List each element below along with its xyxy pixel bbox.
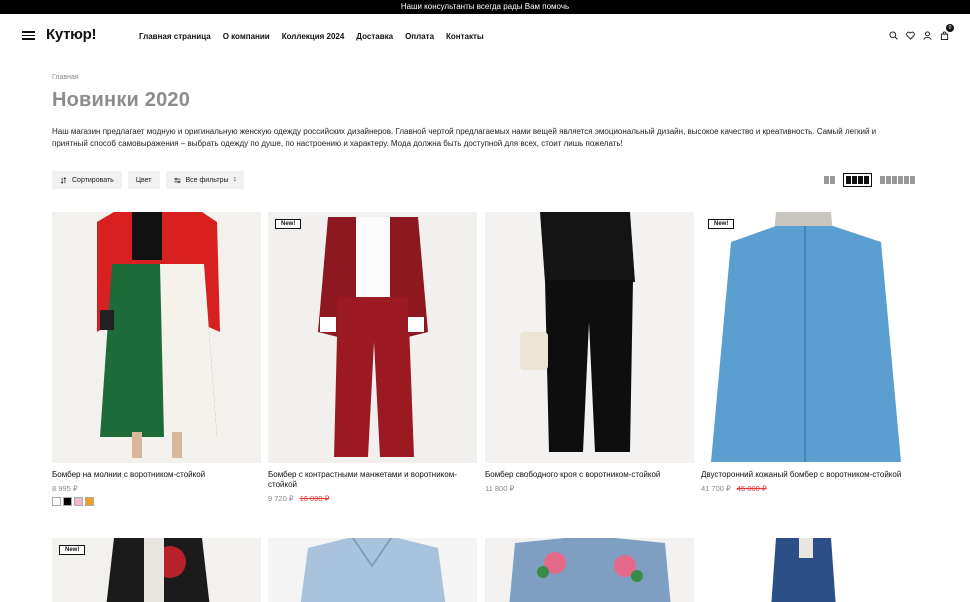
heart-icon[interactable] <box>905 30 916 41</box>
menu-icon[interactable] <box>22 31 35 40</box>
main-nav: Главная страница О компании Коллекция 20… <box>139 32 484 41</box>
view-grid-4-button[interactable] <box>843 173 872 187</box>
product-price: 8 995 ₽ <box>52 484 261 493</box>
nav-collection[interactable]: Коллекция 2024 <box>282 32 345 41</box>
product-name[interactable]: Бомбер свободного кроя с воротником-стой… <box>485 470 694 480</box>
promo-bar: Наши консультанты всегда рады Вам помочь <box>0 0 970 14</box>
user-icon[interactable] <box>922 30 933 41</box>
product-image[interactable] <box>485 212 694 463</box>
product-card <box>268 538 477 602</box>
all-filters-button[interactable]: Все фильтры 1 <box>165 171 245 189</box>
current-price: 11 800 ₽ <box>485 484 515 493</box>
site-header: Кутюр! Главная страница О компании Колле… <box>0 14 970 58</box>
product-card: New! Бомбер с контрастными манжетами и в… <box>268 212 477 503</box>
swatch-orange[interactable] <box>85 497 94 506</box>
sort-button[interactable]: Сортировать <box>52 171 122 189</box>
nav-delivery[interactable]: Доставка <box>356 32 393 41</box>
product-card: Бомбер на молнии с воротником-стойкой 8 … <box>52 212 261 506</box>
product-image[interactable]: New! <box>268 212 477 463</box>
product-price: 9 720 ₽ 16 000 ₽ <box>268 494 477 503</box>
product-card: Бомбер свободного кроя с воротником-стой… <box>485 212 694 493</box>
current-price: 41 700 ₽ <box>701 484 731 493</box>
swatch-pink[interactable] <box>74 497 83 506</box>
new-badge: New! <box>59 545 86 555</box>
product-image[interactable] <box>701 538 910 602</box>
product-image[interactable]: New! <box>701 212 910 463</box>
product-name[interactable]: Двусторонний кожаный бомбер с воротником… <box>701 470 910 480</box>
product-card: New! Двусторонний кожаный бомбер с ворот… <box>701 212 910 493</box>
product-price: 11 800 ₽ <box>485 484 694 493</box>
product-card <box>485 538 694 602</box>
page-title: Новинки 2020 <box>52 89 191 111</box>
all-filters-label: Все фильтры <box>185 176 229 184</box>
product-image[interactable] <box>485 538 694 602</box>
product-card: New! <box>52 538 261 602</box>
nav-home[interactable]: Главная страница <box>139 32 211 41</box>
current-price: 8 995 ₽ <box>52 484 78 493</box>
view-switcher <box>821 173 918 187</box>
view-grid-2-button[interactable] <box>821 173 838 187</box>
product-image[interactable]: New! <box>52 538 261 602</box>
bag-icon[interactable]: 0 <box>939 24 954 41</box>
filter-bar: Сортировать Цвет Все фильтры 1 <box>52 171 245 189</box>
product-card <box>701 538 910 602</box>
color-filter-button[interactable]: Цвет <box>127 171 160 189</box>
new-badge: New! <box>708 219 735 229</box>
cart-count-badge: 0 <box>946 24 954 32</box>
page-description: Наш магазин предлагает модную и оригинал… <box>52 127 877 148</box>
color-swatches <box>52 497 261 506</box>
old-price: 45 000 ₽ <box>736 484 767 493</box>
swatch-white[interactable] <box>52 497 61 506</box>
site-logo[interactable]: Кутюр! <box>46 26 97 43</box>
product-name[interactable]: Бомбер с контрастными манжетами и воротн… <box>268 470 477 490</box>
product-name[interactable]: Бомбер на молнии с воротником-стойкой <box>52 470 261 480</box>
current-price: 9 720 ₽ <box>268 494 294 503</box>
product-image[interactable] <box>52 212 261 463</box>
header-actions: 0 <box>888 24 954 41</box>
sort-label: Сортировать <box>72 176 114 184</box>
product-image[interactable] <box>268 538 477 602</box>
old-price: 16 000 ₽ <box>299 494 330 503</box>
sliders-icon <box>173 177 181 183</box>
nav-contacts[interactable]: Контакты <box>446 32 484 41</box>
nav-about[interactable]: О компании <box>223 32 270 41</box>
nav-payment[interactable]: Оплата <box>405 32 434 41</box>
new-badge: New! <box>275 219 302 229</box>
product-price: 41 700 ₽ 45 000 ₽ <box>701 484 910 493</box>
filters-count-badge: 1 <box>233 177 237 183</box>
swatch-black[interactable] <box>63 497 72 506</box>
color-filter-label: Цвет <box>135 176 152 184</box>
sort-icon <box>60 176 67 184</box>
breadcrumb[interactable]: Главная <box>52 74 79 81</box>
search-icon[interactable] <box>888 30 899 41</box>
view-grid-6-button[interactable] <box>877 173 918 187</box>
